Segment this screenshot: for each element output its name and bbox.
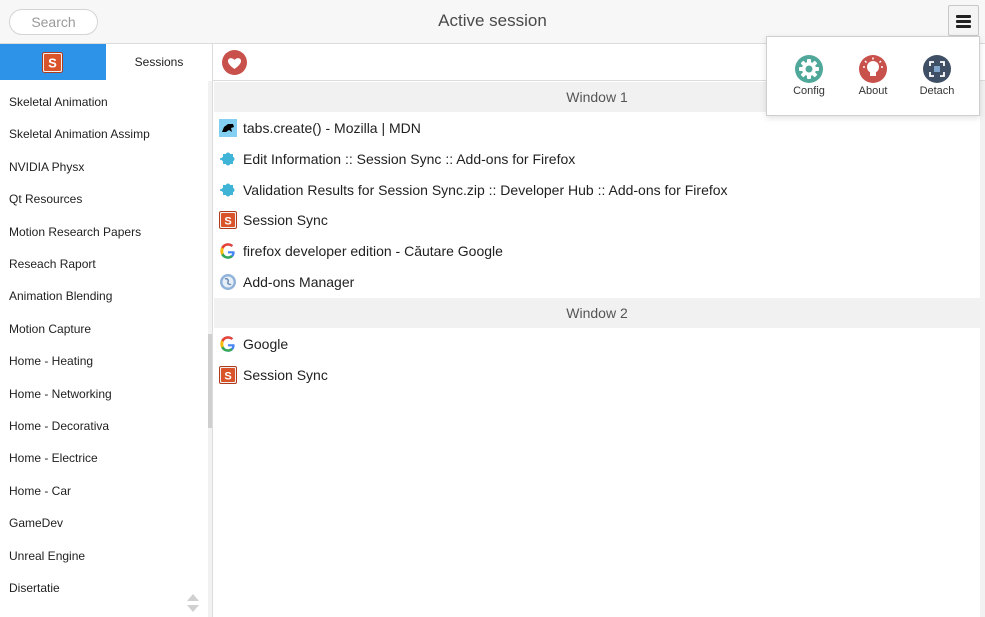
google-icon	[220, 243, 235, 259]
session-sync-logo-icon: S	[42, 52, 63, 73]
tab-title: Edit Information :: Session Sync :: Add-…	[243, 150, 576, 167]
config-label: Config	[793, 85, 825, 97]
puzzle-icon	[220, 152, 235, 166]
sidebar-item[interactable]: Home - Decorativa	[0, 410, 206, 442]
hamburger-icon-line	[956, 25, 971, 28]
config-button[interactable]: Config	[779, 53, 839, 103]
session-content: Window 1 tabs.create() - Mozilla | MDN Edi…	[213, 81, 980, 617]
about-label: About	[858, 85, 888, 97]
content-scrollbar[interactable]	[980, 81, 985, 617]
tab-sessions[interactable]: Sessions	[106, 44, 212, 80]
tab-row[interactable]: tabs.create() - Mozilla | MDN	[217, 113, 977, 143]
sidebar-item[interactable]: Home - Car	[0, 475, 206, 507]
detach-button[interactable]: Detach	[907, 53, 967, 103]
favorite-button[interactable]	[222, 50, 247, 75]
gear-icon	[795, 55, 823, 83]
tab-row[interactable]: Google	[217, 329, 977, 359]
sidebar-item[interactable]: Motion Capture	[0, 313, 206, 345]
menu-button[interactable]	[948, 5, 979, 36]
page-title: Active session	[438, 11, 547, 30]
tab-title: Session Sync	[243, 212, 328, 229]
tab-row[interactable]: Edit Information :: Session Sync :: Add-…	[217, 144, 977, 174]
sidebar-scroll-thumb[interactable]	[208, 334, 212, 428]
sidebar-item[interactable]: Qt Resources	[0, 183, 206, 215]
google-icon	[220, 336, 235, 352]
tab-row[interactable]: Validation Results for Session Sync.zip …	[217, 175, 977, 205]
svg-text:S: S	[224, 370, 231, 382]
tab-title: Session Sync	[243, 366, 328, 383]
sidebar-item[interactable]: Skeletal Animation	[0, 86, 206, 118]
sidebar-item[interactable]: Disertatie	[0, 572, 206, 604]
tab-title: Validation Results for Session Sync.zip …	[243, 181, 728, 198]
sidebar-item[interactable]: Animation Blending	[0, 280, 206, 312]
sidebar: S Sessions Skeletal Animation Skeletal An…	[0, 44, 213, 617]
tab-title: Add-ons Manager	[243, 274, 355, 290]
about-button[interactable]: About	[843, 53, 903, 103]
tab-row[interactable]: Add-ons Manager	[217, 267, 977, 297]
tab-title: tabs.create() - Mozilla | MDN	[243, 120, 421, 136]
tab-session-sync-logo[interactable]: S	[0, 44, 106, 80]
session-sync-icon: S	[219, 365, 237, 384]
sidebar-item[interactable]: Motion Research Papers	[0, 216, 206, 248]
puzzle-icon	[220, 183, 235, 197]
session-sync-icon: S	[219, 211, 237, 230]
hamburger-icon-line	[956, 20, 971, 23]
sidebar-item[interactable]: Home - Electrice	[0, 442, 206, 474]
window-header[interactable]: Window 2	[214, 297, 980, 328]
sidebar-item[interactable]: Reseach Raport	[0, 248, 206, 280]
sidebar-item[interactable]: Home - Networking	[0, 378, 206, 410]
tab-row[interactable]: S Session Sync	[217, 360, 977, 390]
sidebar-tabs: S Sessions	[0, 44, 212, 80]
svg-text:S: S	[224, 216, 231, 228]
scroll-arrows-icon[interactable]	[186, 592, 200, 614]
addons-globe-icon	[220, 274, 236, 290]
hamburger-icon	[956, 15, 971, 18]
options-popup: Config About Detach	[766, 36, 980, 116]
mdn-dino-icon	[219, 119, 237, 137]
sidebar-item[interactable]: NVIDIA Physx	[0, 151, 206, 183]
search-input[interactable]	[9, 9, 98, 35]
tab-row[interactable]: firefox developer edition - Căutare Goog…	[217, 236, 977, 266]
detach-label: Detach	[919, 85, 955, 97]
tab-title: firefox developer edition - Căutare Goog…	[243, 243, 503, 260]
sidebar-item[interactable]: Unreal Engine	[0, 540, 206, 572]
tab-title: Google	[243, 335, 289, 352]
session-list: Skeletal Animation Skeletal Animation Ass…	[0, 81, 208, 617]
lightbulb-icon	[859, 55, 887, 83]
svg-text:S: S	[48, 56, 57, 71]
detach-icon	[923, 55, 951, 83]
sidebar-item[interactable]: Skeletal Animation Assimp	[0, 118, 206, 150]
heart-icon	[227, 58, 242, 69]
sidebar-item[interactable]: Home - Heating	[0, 345, 206, 377]
sidebar-scrollbar[interactable]	[208, 81, 212, 617]
sidebar-item[interactable]: GameDev	[0, 507, 206, 539]
tab-row[interactable]: S Session Sync	[217, 205, 977, 235]
